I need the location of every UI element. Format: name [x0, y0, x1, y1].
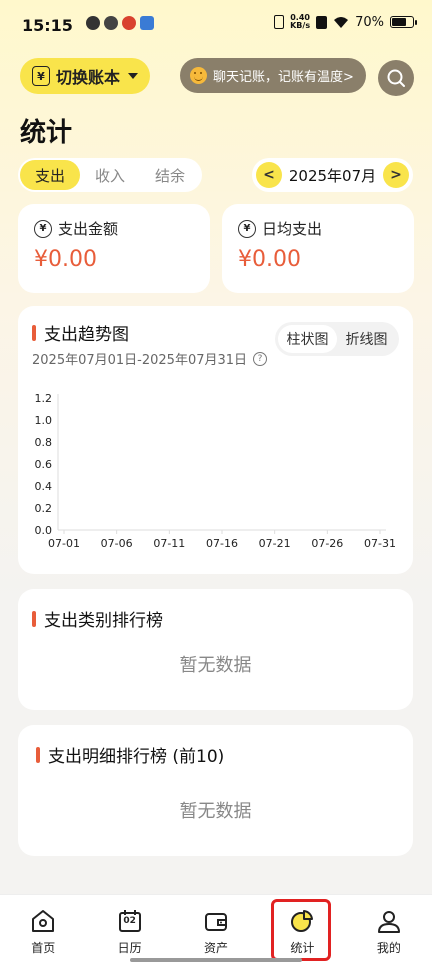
chat-bookkeeping-button[interactable]: 聊天记账，记账有温度> [180, 58, 366, 93]
y-tick-label: 0.4 [35, 480, 53, 493]
tab-balance[interactable]: 结余 [140, 160, 200, 190]
yen-coin-icon: ¥ [238, 219, 256, 238]
daily-expense-card: ¥ 日均支出 ¥0.00 [222, 204, 414, 293]
nav-profile[interactable]: 我的 [346, 895, 432, 964]
x-tick-label: 07-11 [153, 537, 185, 550]
tab-income[interactable]: 收入 [80, 160, 140, 190]
x-tick-label: 07-21 [259, 537, 291, 550]
weibo-icon [122, 16, 136, 30]
tab-expense[interactable]: 支出 [20, 160, 80, 190]
category-rank-card: 支出类别排行榜 暂无数据 [18, 589, 413, 710]
y-tick-label: 1.2 [35, 392, 53, 405]
y-tick-label: 0.0 [35, 524, 53, 537]
nav-calendar[interactable]: 02 日历 [86, 895, 172, 964]
profile-icon [377, 911, 400, 933]
battery-icon [390, 16, 417, 28]
home-icon [32, 910, 55, 932]
sim-off-icon [316, 15, 328, 29]
switch-account-label: 切换账本 [56, 68, 121, 87]
section-marker [32, 610, 36, 627]
trend-title: 支出趋势图 [44, 325, 129, 345]
wechat-icon [104, 16, 118, 30]
date-range-text: 2025年07月01日-2025年07月31日 [32, 353, 248, 368]
bar-chart-option[interactable]: 柱状图 [278, 325, 337, 353]
calendar-day: 02 [123, 916, 136, 926]
app-notification-icon [140, 16, 154, 30]
nav-home[interactable]: 首页 [0, 895, 86, 964]
section-marker [32, 324, 36, 341]
type-tabs: 支出 收入 结余 [18, 158, 202, 192]
battery-text: 70% [355, 14, 384, 30]
trend-card: 支出趋势图 柱状图 折线图 2025年07月01日-2025年07月31日 ? … [18, 306, 413, 574]
wifi-icon [334, 16, 349, 28]
highlight-box [271, 899, 331, 961]
detail-rank-card: 支出明细排行榜 (前10) 暂无数据 [18, 725, 413, 856]
section-marker [36, 746, 40, 763]
next-month-button[interactable]: > [382, 162, 409, 188]
total-expense-label: 支出金额 [58, 220, 119, 238]
status-right: 0.40 KB/s 70% [274, 13, 417, 30]
line-chart-option[interactable]: 折线图 [337, 325, 396, 353]
status-time: 15:15 [22, 16, 73, 35]
x-tick-label: 07-31 [364, 537, 396, 550]
total-expense-value: ¥0.00 [34, 247, 97, 272]
prev-month-button[interactable]: < [256, 162, 282, 188]
chart-type-toggle: 柱状图 折线图 [275, 322, 399, 356]
chat-prompt-text: 聊天记账，记账有温度> [213, 70, 354, 85]
ledger-icon: ¥ [32, 66, 50, 86]
detail-empty-text: 暂无数据 [179, 801, 252, 822]
nav-assets-label: 资产 [204, 941, 229, 955]
search-button[interactable] [378, 60, 414, 96]
y-tick-label: 0.8 [35, 436, 53, 449]
notification-icon [86, 16, 100, 30]
bottom-nav: 首页 02 日历 资产 统计 我的 [0, 894, 432, 964]
y-tick-label: 0.2 [35, 502, 53, 515]
nav-home-label: 首页 [31, 941, 56, 955]
search-icon [387, 69, 405, 87]
month-picker: < 2025年07月 > [252, 158, 413, 192]
wallet-icon [205, 913, 228, 931]
x-tick-label: 07-26 [311, 537, 343, 550]
x-tick-label: 07-16 [206, 537, 238, 550]
category-empty-text: 暂无数据 [179, 655, 252, 676]
yen-coin-icon: ¥ [34, 219, 52, 238]
y-tick-label: 0.6 [35, 458, 53, 471]
y-tick-label: 1.0 [35, 414, 53, 427]
total-expense-card: ¥ 支出金额 ¥0.00 [18, 204, 210, 293]
switch-account-button[interactable]: ¥ 切换账本 [20, 58, 150, 94]
month-label[interactable]: 2025年07月 [289, 165, 376, 186]
x-tick-label: 07-01 [48, 537, 80, 550]
smiley-icon [190, 67, 207, 84]
detail-rank-title: 支出明细排行榜 (前10) [48, 747, 225, 767]
page-title: 统计 [20, 118, 73, 148]
date-range: 2025年07月01日-2025年07月31日 ? [32, 349, 268, 368]
status-bar: 15:15 0.40 KB/s 70% [0, 0, 432, 50]
nav-assets[interactable]: 资产 [173, 895, 259, 964]
x-tick-label: 07-06 [101, 537, 133, 550]
help-icon[interactable]: ? [253, 351, 268, 366]
vibrate-icon [274, 15, 285, 29]
net-speed: 0.40 KB/s [290, 13, 311, 30]
nav-calendar-label: 日历 [117, 941, 142, 955]
caret-down-icon [128, 73, 139, 79]
daily-expense-label: 日均支出 [262, 220, 323, 238]
category-rank-title: 支出类别排行榜 [44, 611, 163, 631]
nav-profile-label: 我的 [376, 941, 401, 955]
daily-expense-value: ¥0.00 [238, 247, 301, 272]
home-indicator[interactable] [130, 958, 302, 962]
notification-icons [86, 16, 154, 30]
trend-chart: 0.0 0.2 0.4 0.6 0.8 1.0 1.2 07-01 07-06 07-11 07-1… [35, 392, 396, 550]
